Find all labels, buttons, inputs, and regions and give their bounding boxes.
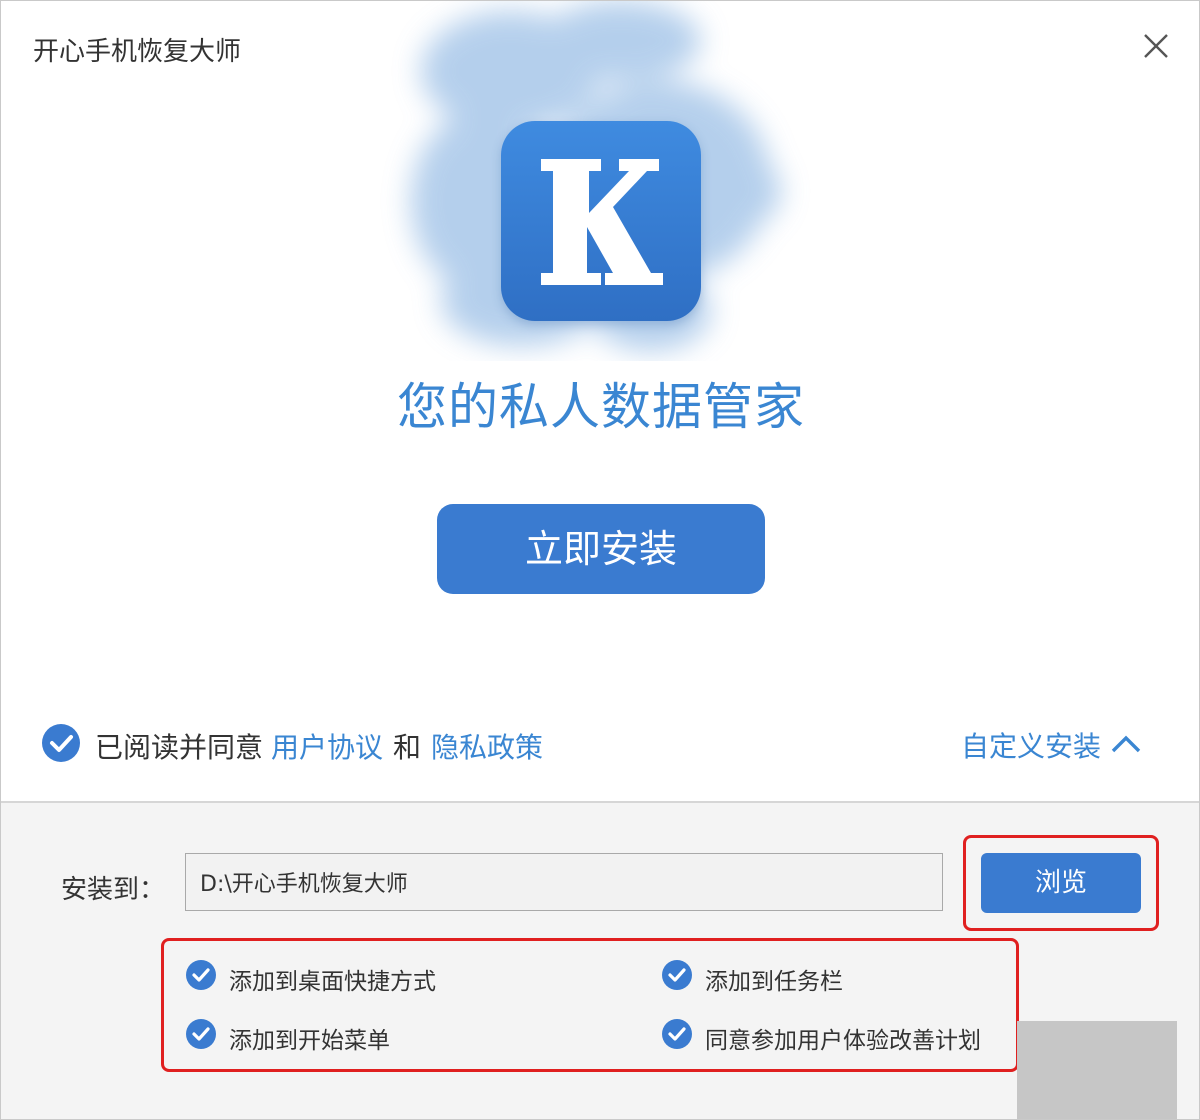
user-agreement-link[interactable]: 用户协议 <box>271 726 383 766</box>
chevron-up-icon <box>1111 735 1141 753</box>
browse-button[interactable]: 浏览 <box>981 853 1141 913</box>
agree-checkbox-icon[interactable] <box>41 723 81 763</box>
check-circle-icon <box>186 960 216 990</box>
custom-install-label: 自定义安装 <box>961 730 1102 763</box>
app-logo <box>501 121 701 321</box>
check-circle-icon <box>662 960 692 990</box>
agreement-prefix: 已阅读并同意 <box>95 731 264 764</box>
custom-install-toggle[interactable]: 自定义安装 <box>961 725 1141 765</box>
install-path-input[interactable] <box>185 853 943 911</box>
privacy-policy-link[interactable]: 隐私政策 <box>431 726 543 766</box>
check-circle-icon <box>186 1019 216 1049</box>
option-label: 同意参加用户体验改善计划 <box>705 1028 981 1054</box>
agreement-and: 和 <box>393 731 422 764</box>
corner-overlay <box>1017 1021 1177 1119</box>
k-logo-icon <box>541 159 663 285</box>
slogan-heading: 您的私人数据管家 <box>397 378 805 436</box>
window-title: 开心手机恢复大师 <box>33 37 242 67</box>
installer-window: 开心手机恢复大师 您的私人数据管家 立即安装 已阅读并同意 用户协议 和 隐私政… <box>0 0 1200 1120</box>
check-circle-icon <box>662 1019 692 1049</box>
option-label: 添加到开始菜单 <box>229 1028 390 1054</box>
install-path-label: 安装到： <box>61 875 166 905</box>
option-label: 添加到桌面快捷方式 <box>229 969 436 995</box>
install-now-button[interactable]: 立即安装 <box>437 504 765 594</box>
option-label: 添加到任务栏 <box>705 969 843 995</box>
close-icon[interactable] <box>1139 29 1173 63</box>
